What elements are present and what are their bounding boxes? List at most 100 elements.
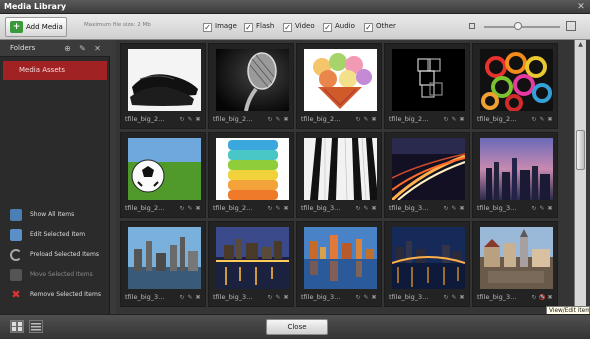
media-item[interactable]: tfile_big_3... ↻ ✎ ✖ [384,132,470,218]
filter-image[interactable]: ✓ Image [203,21,237,33]
remove-selected-items-action[interactable]: ✖ Remove Selected Items [10,289,110,303]
edit-item-icon[interactable]: ✎ [539,206,545,212]
rotate-icon[interactable]: ↻ [179,295,185,301]
folder-media-assets[interactable]: Media Assets [3,61,107,80]
filter-other[interactable]: ✓ Other [364,21,396,33]
thumbnail-skyline-reflection[interactable] [304,227,377,289]
media-item[interactable]: tfile_big_2... ↻ ✎ ✖ [472,43,558,129]
delete-item-icon[interactable]: ✖ [547,295,553,301]
list-view-icon[interactable] [29,320,43,333]
edit-item-icon[interactable]: ✎ [451,117,457,123]
audio-checkbox[interactable]: ✓ [323,23,332,32]
video-checkbox[interactable]: ✓ [283,23,292,32]
delete-item-icon[interactable]: ✖ [195,295,201,301]
close-icon[interactable]: ✕ [576,2,586,12]
flash-checkbox[interactable]: ✓ [244,23,253,32]
media-item[interactable]: tfile_big_3... ↻ ✎ ✖ [384,221,470,307]
thumbnail-bridge-night[interactable] [392,227,465,289]
rotate-icon[interactable]: ↻ [179,206,185,212]
media-item[interactable]: tfile_big_2... ↻ ✎ ✖ [208,43,294,129]
media-item[interactable]: tfile_big_3... ↻ ✎ ✖ [296,132,382,218]
image-checkbox[interactable]: ✓ [203,23,212,32]
delete-item-icon[interactable]: ✖ [459,295,465,301]
thumbnail-towels[interactable] [216,138,289,200]
delete-item-icon[interactable]: ✖ [195,206,201,212]
edit-icon[interactable]: ✎ [78,44,87,53]
thumbnail-colorful-rolls[interactable] [480,49,553,111]
rotate-icon[interactable]: ↻ [355,206,361,212]
filter-audio[interactable]: ✓ Audio [323,21,355,33]
media-item[interactable]: tfile_big_2... ↻ ✎ ✖ [208,132,294,218]
media-item[interactable]: tfile_big_2... ↻ ✎ ✖ [120,43,206,129]
edit-item-icon[interactable]: ✎ [187,295,193,301]
delete-item-icon[interactable]: ✖ [547,117,553,123]
thumbnail-size-slider[interactable] [484,26,560,28]
delete-item-icon[interactable]: ✖ [459,117,465,123]
delete-item-icon[interactable]: ✖ [371,295,377,301]
edit-item-icon[interactable]: ✎ [539,117,545,123]
delete-item-icon[interactable]: ✖ [283,206,289,212]
rotate-icon[interactable]: ↻ [355,117,361,123]
rotate-icon[interactable]: ↻ [267,295,273,301]
delete-item-icon[interactable]: ✖ [195,117,201,123]
show-all-items-action[interactable]: Show All Items [10,209,110,223]
large-thumbnails-icon[interactable] [566,21,576,31]
delete-item-icon[interactable]: ✖ [283,295,289,301]
thumbnail-light-trails[interactable] [392,138,465,200]
media-item[interactable]: tfile_big_3... ↻ ✎ ✖ [208,221,294,307]
small-thumbnails-icon[interactable] [469,23,475,29]
grid-view-icon[interactable] [10,320,24,333]
media-item[interactable]: tfile_big_2... ↻ ✎ ✖ [296,43,382,129]
delete-item-icon[interactable]: ✖ [371,206,377,212]
edit-item-icon[interactable]: ✎ [451,295,457,301]
add-media-button[interactable]: + Add Media [5,17,67,37]
rotate-icon[interactable]: ↻ [179,117,185,123]
delete-item-icon[interactable]: ✖ [371,117,377,123]
thumbnail-size-slider-knob[interactable] [514,22,523,30]
delete-item-icon[interactable]: ✖ [547,206,553,212]
rotate-icon[interactable]: ↻ [443,206,449,212]
media-item[interactable]: tfile_big_3... ↻ ✎ ✖ [296,221,382,307]
thumbnail-city-night-water[interactable] [216,227,289,289]
thumbnail-piano-keys[interactable] [304,138,377,200]
scroll-up-icon[interactable]: ▲ [575,40,586,50]
edit-item-icon[interactable]: ✎ [187,117,193,123]
rotate-icon[interactable]: ↻ [267,117,273,123]
thumbnail-microphone[interactable] [216,49,289,111]
delete-icon[interactable]: ✕ [93,44,102,53]
rotate-icon[interactable]: ↻ [355,295,361,301]
preload-selected-items-action[interactable]: Preload Selected Items [10,249,110,263]
rotate-icon[interactable]: ↻ [443,295,449,301]
media-item[interactable]: tfile_big_3... ↻ ✎ ✖ [472,132,558,218]
edit-item-icon[interactable]: ✎ [275,206,281,212]
other-checkbox[interactable]: ✓ [364,23,373,32]
rotate-icon[interactable]: ↻ [531,117,537,123]
thumbnail-ice-cubes[interactable] [392,49,465,111]
media-item[interactable]: tfile_big_3... ↻ ✎ ✖ [472,221,558,307]
edit-item-icon[interactable]: ✎ [363,206,369,212]
thumbnail-city-dusk[interactable] [480,138,553,200]
thumbnail-shoes[interactable] [128,49,201,111]
edit-item-icon[interactable]: ✎ [275,117,281,123]
rotate-icon[interactable]: ↻ [267,206,273,212]
filter-video[interactable]: ✓ Video [283,21,315,33]
media-item[interactable]: tfile_big_3... ↻ ✎ ✖ [120,221,206,307]
grid-scrollbar[interactable]: ▲ ▼ [574,40,586,314]
add-folder-icon[interactable]: ⊕ [63,44,72,53]
thumbnail-soccer-ball[interactable] [128,138,201,200]
thumbnail-ice-cream[interactable] [304,49,377,111]
rotate-icon[interactable]: ↻ [443,117,449,123]
edit-item-icon[interactable]: ✎ [187,206,193,212]
edit-item-icon[interactable]: ✎ [539,294,545,301]
thumbnail-old-town[interactable] [480,227,553,289]
delete-item-icon[interactable]: ✖ [459,206,465,212]
close-button[interactable]: Close [266,319,328,335]
edit-selected-item-action[interactable]: Edit Selected Item [10,229,110,243]
edit-item-icon[interactable]: ✎ [275,295,281,301]
edit-item-icon[interactable]: ✎ [363,117,369,123]
move-selected-items-action[interactable]: Move Selected Items [10,269,110,283]
edit-item-icon[interactable]: ✎ [363,295,369,301]
rotate-icon[interactable]: ↻ [531,295,537,301]
edit-item-icon[interactable]: ✎ [451,206,457,212]
media-item[interactable]: tfile_big_2... ↻ ✎ ✖ [120,132,206,218]
